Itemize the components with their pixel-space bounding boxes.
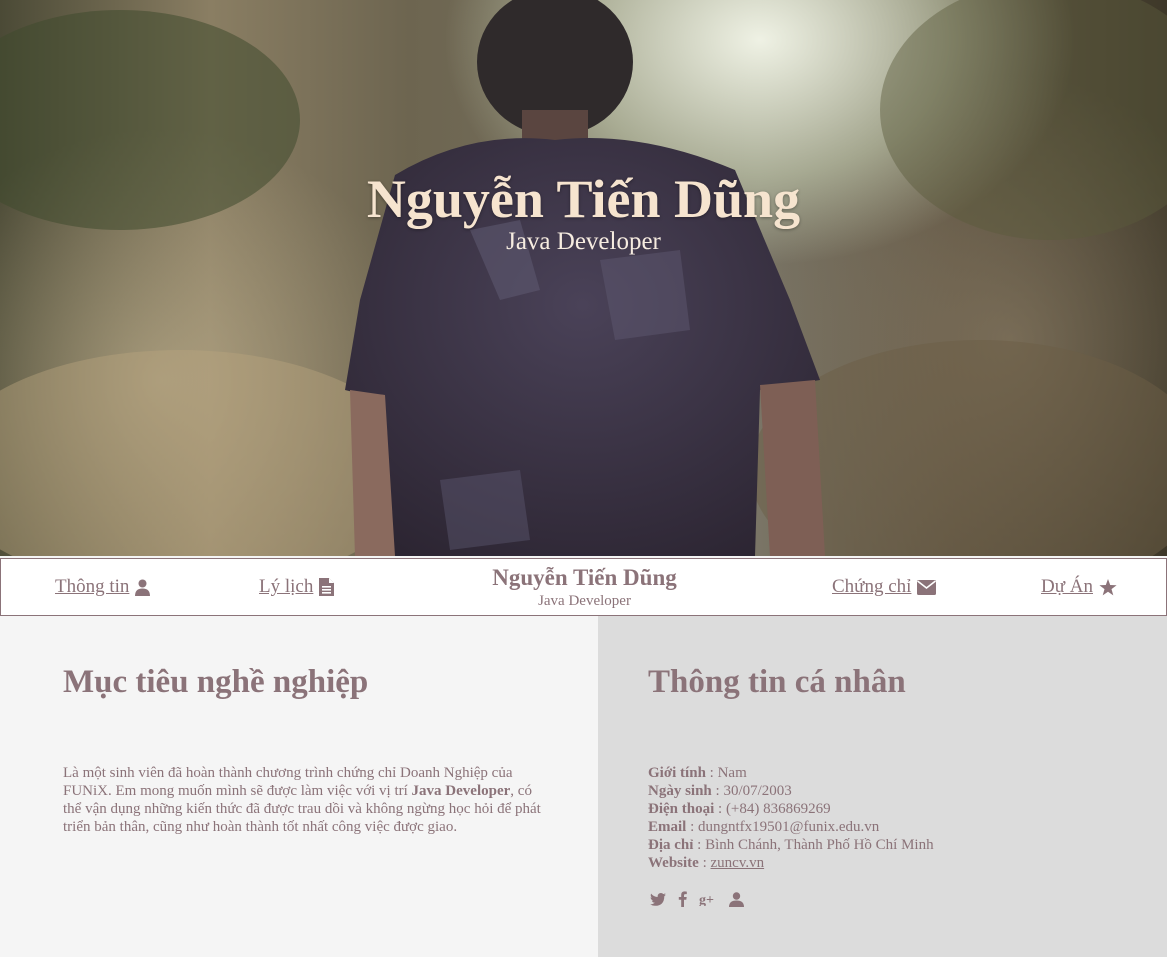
website-link[interactable]: zuncv.vn [711, 855, 765, 871]
info-row-website: Website : zuncv.vn [648, 855, 765, 871]
info-row-gender: Giới tính : Nam [648, 765, 747, 781]
social-links: g+ [650, 891, 744, 912]
nav-brand-job: Java Developer [538, 593, 631, 609]
google-plus-icon[interactable]: g+ [699, 892, 717, 911]
nav-brand: Nguyễn Tiến Dũng Java Developer [1, 564, 1167, 610]
hero-name: Nguyễn Tiến Dũng [366, 169, 801, 229]
hero-banner: Nguyễn Tiến Dũng Java Developer [0, 0, 1167, 556]
twitter-icon[interactable] [650, 892, 666, 911]
nav-item-label: Dự Án [1041, 576, 1093, 597]
info-row-birthday: Ngày sinh : 30/07/2003 [648, 783, 792, 799]
nav-item-label: Chứng chỉ [832, 576, 912, 597]
personal-info-section: Thông tin cá nhân Giới tính : Nam Ngày s… [598, 616, 1167, 957]
info-row-phone: Điện thoại : (+84) 836869269 [648, 801, 831, 817]
facebook-icon[interactable] [678, 891, 687, 912]
user-icon[interactable] [729, 891, 744, 912]
info-row-address: Địa chỉ : Bình Chánh, Thành Phố Hồ Chí M… [648, 837, 934, 853]
info-row-email: Email : dungntfx19501@funix.edu.vn [648, 819, 880, 835]
career-objective-title: Mục tiêu nghề nghiệp [63, 664, 369, 700]
personal-info-title: Thông tin cá nhân [648, 664, 906, 700]
nav-item-du-an[interactable]: Dự Án [1041, 576, 1117, 598]
career-objective-section: Mục tiêu nghề nghiệp Là một sinh viên đã… [0, 616, 598, 957]
nav-brand-name: Nguyễn Tiến Dũng [492, 565, 677, 590]
objective-highlight: Java Developer [411, 783, 511, 799]
career-objective-text: Là một sinh viên đã hoàn thành chương tr… [63, 765, 541, 835]
personal-info-list: Giới tính : Nam Ngày sinh : 30/07/2003 Đ… [648, 764, 934, 872]
envelope-icon [917, 579, 937, 595]
star-icon [1099, 578, 1117, 596]
hero-job-title: Java Developer [506, 228, 661, 255]
navbar: Thông tin Lý lịch Nguyễn Tiến Dũng Java … [0, 558, 1167, 616]
hero-background-image [0, 0, 1167, 556]
nav-item-chung-chi[interactable]: Chứng chỉ [832, 576, 937, 598]
svg-text:g+: g+ [699, 893, 714, 906]
